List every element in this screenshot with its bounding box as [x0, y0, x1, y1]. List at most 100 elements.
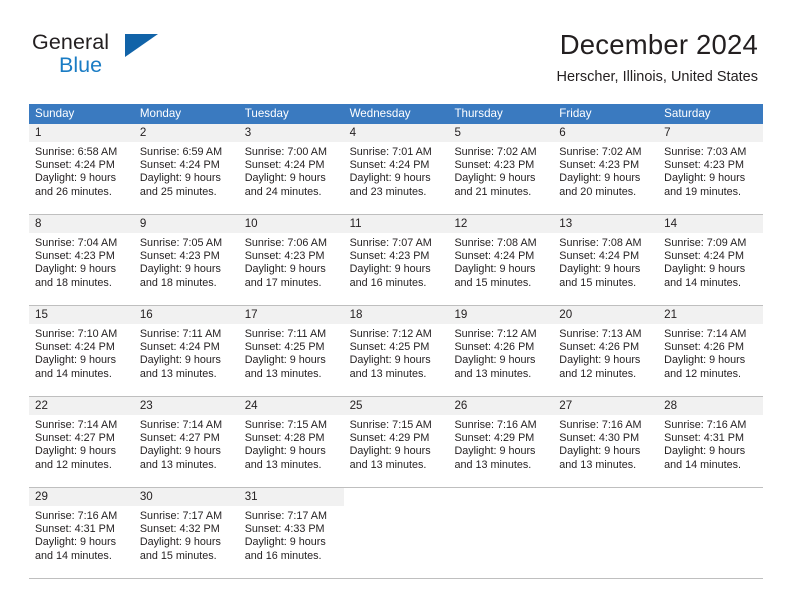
brand-name-general: General [32, 30, 110, 54]
sunrise-text: Sunrise: 7:14 AM [35, 419, 118, 431]
day-cell-empty [448, 488, 554, 578]
day-cell[interactable]: 20 Sunrise: 7:13 AM Sunset: 4:26 PM Dayl… [553, 306, 659, 396]
daylight-text-line1: Daylight: 9 hours [244, 354, 326, 367]
sunset-text: Sunset: 4:23 PM [244, 250, 325, 263]
daylight-text-line1: Daylight: 9 hours [244, 445, 326, 458]
daylight-text-line2: and 13 minutes. [454, 458, 532, 471]
day-cell[interactable]: 17 Sunrise: 7:11 AM Sunset: 4:25 PM Dayl… [238, 306, 344, 396]
day-cell[interactable]: 3 Sunrise: 7:00 AM Sunset: 4:24 PM Dayli… [238, 124, 344, 214]
sunrise-text: Sunrise: 7:02 AM [454, 146, 537, 158]
day-cell[interactable]: 27 Sunrise: 7:16 AM Sunset: 4:30 PM Dayl… [553, 397, 659, 487]
daylight-text-line2: and 15 minutes. [454, 276, 532, 289]
day-cell[interactable]: 18 Sunrise: 7:12 AM Sunset: 4:25 PM Dayl… [343, 306, 449, 396]
day-cell[interactable]: 24 Sunrise: 7:15 AM Sunset: 4:28 PM Dayl… [238, 397, 344, 487]
day-number: 3 [238, 124, 344, 142]
weekday-header-sunday: Sunday [35, 107, 75, 120]
day-info: Sunrise: 7:16 AM Sunset: 4:31 PM Dayligh… [29, 506, 134, 563]
weekday-header-friday: Friday [559, 107, 592, 120]
day-cell[interactable]: 12 Sunrise: 7:08 AM Sunset: 4:24 PM Dayl… [448, 215, 554, 305]
day-number: 9 [133, 215, 239, 233]
day-number: 21 [658, 306, 764, 324]
day-info: Sunrise: 7:08 AM Sunset: 4:24 PM Dayligh… [448, 233, 553, 290]
day-cell[interactable]: 28 Sunrise: 7:16 AM Sunset: 4:31 PM Dayl… [658, 397, 764, 487]
sunrise-text: Sunrise: 7:08 AM [559, 237, 642, 249]
sunrise-text: Sunrise: 7:12 AM [454, 328, 537, 340]
daylight-text-line1: Daylight: 9 hours [139, 263, 221, 276]
day-number [553, 488, 659, 506]
day-cell[interactable]: 6 Sunrise: 7:02 AM Sunset: 4:23 PM Dayli… [553, 124, 659, 214]
sunrise-text: Sunrise: 7:09 AM [664, 237, 747, 249]
brand-logo[interactable]: General Blue [32, 30, 252, 82]
day-number: 5 [448, 124, 554, 142]
day-cell[interactable]: 2 Sunrise: 6:59 AM Sunset: 4:24 PM Dayli… [133, 124, 239, 214]
day-cell[interactable]: 19 Sunrise: 7:12 AM Sunset: 4:26 PM Dayl… [448, 306, 554, 396]
day-cell[interactable]: 26 Sunrise: 7:16 AM Sunset: 4:29 PM Dayl… [448, 397, 554, 487]
day-number: 20 [553, 306, 659, 324]
week-row: 1 Sunrise: 6:58 AM Sunset: 4:24 PM Dayli… [29, 124, 764, 215]
daylight-text-line2: and 13 minutes. [349, 458, 427, 471]
day-cell[interactable]: 21 Sunrise: 7:14 AM Sunset: 4:26 PM Dayl… [658, 306, 764, 396]
day-cell[interactable]: 11 Sunrise: 7:07 AM Sunset: 4:23 PM Dayl… [343, 215, 449, 305]
daylight-text-line2: and 13 minutes. [559, 458, 637, 471]
day-cell[interactable]: 7 Sunrise: 7:03 AM Sunset: 4:23 PM Dayli… [658, 124, 764, 214]
day-cell[interactable]: 25 Sunrise: 7:15 AM Sunset: 4:29 PM Dayl… [343, 397, 449, 487]
sunset-text: Sunset: 4:23 PM [559, 159, 640, 172]
day-cell[interactable]: 29 Sunrise: 7:16 AM Sunset: 4:31 PM Dayl… [29, 488, 134, 578]
daylight-text-line2: and 24 minutes. [244, 185, 322, 198]
day-cell[interactable]: 8 Sunrise: 7:04 AM Sunset: 4:23 PM Dayli… [29, 215, 134, 305]
daylight-text-line2: and 15 minutes. [139, 549, 217, 562]
day-number: 22 [29, 397, 134, 415]
day-info: Sunrise: 7:11 AM Sunset: 4:24 PM Dayligh… [134, 324, 239, 381]
daylight-text-line2: and 14 minutes. [664, 276, 741, 289]
day-number: 29 [29, 488, 134, 506]
sunrise-text: Sunrise: 7:15 AM [349, 419, 432, 431]
daylight-text-line2: and 12 minutes. [559, 367, 637, 380]
day-number: 25 [343, 397, 449, 415]
day-cell[interactable]: 16 Sunrise: 7:11 AM Sunset: 4:24 PM Dayl… [133, 306, 239, 396]
day-cell[interactable]: 15 Sunrise: 7:10 AM Sunset: 4:24 PM Dayl… [29, 306, 134, 396]
daylight-text-line2: and 13 minutes. [454, 367, 532, 380]
daylight-text-line1: Daylight: 9 hours [244, 263, 326, 276]
daylight-text-line2: and 12 minutes. [664, 367, 741, 380]
day-cell[interactable]: 14 Sunrise: 7:09 AM Sunset: 4:24 PM Dayl… [658, 215, 764, 305]
location-subtitle: Herscher, Illinois, United States [556, 69, 758, 85]
sunset-text: Sunset: 4:24 PM [559, 250, 640, 263]
daylight-text-line2: and 20 minutes. [559, 185, 637, 198]
day-number: 24 [238, 397, 344, 415]
day-cell[interactable]: 22 Sunrise: 7:14 AM Sunset: 4:27 PM Dayl… [29, 397, 134, 487]
daylight-text-line2: and 14 minutes. [664, 458, 741, 471]
day-info: Sunrise: 7:12 AM Sunset: 4:25 PM Dayligh… [344, 324, 449, 381]
sunrise-text: Sunrise: 7:16 AM [664, 419, 747, 431]
sunset-text: Sunset: 4:32 PM [139, 523, 220, 536]
day-number: 18 [343, 306, 449, 324]
calendar-grid: Sunday Monday Tuesday Wednesday Thursday… [29, 104, 764, 579]
week-row: 29 Sunrise: 7:16 AM Sunset: 4:31 PM Dayl… [29, 488, 764, 579]
sunset-text: Sunset: 4:27 PM [139, 432, 220, 445]
day-cell[interactable]: 13 Sunrise: 7:08 AM Sunset: 4:24 PM Dayl… [553, 215, 659, 305]
daylight-text-line2: and 16 minutes. [349, 276, 427, 289]
day-cell[interactable]: 23 Sunrise: 7:14 AM Sunset: 4:27 PM Dayl… [133, 397, 239, 487]
daylight-text-line1: Daylight: 9 hours [244, 172, 326, 185]
day-number: 19 [448, 306, 554, 324]
day-cell-empty [658, 488, 764, 578]
day-cell[interactable]: 1 Sunrise: 6:58 AM Sunset: 4:24 PM Dayli… [29, 124, 134, 214]
calendar-page: General Blue December 2024 Herscher, Ill… [0, 0, 792, 612]
day-cell[interactable]: 30 Sunrise: 7:17 AM Sunset: 4:32 PM Dayl… [133, 488, 239, 578]
day-cell[interactable]: 31 Sunrise: 7:17 AM Sunset: 4:33 PM Dayl… [238, 488, 344, 578]
day-cell-empty [343, 488, 449, 578]
day-cell[interactable]: 9 Sunrise: 7:05 AM Sunset: 4:23 PM Dayli… [133, 215, 239, 305]
day-number: 2 [133, 124, 239, 142]
daylight-text-line2: and 23 minutes. [349, 185, 427, 198]
day-cell[interactable]: 4 Sunrise: 7:01 AM Sunset: 4:24 PM Dayli… [343, 124, 449, 214]
day-info: Sunrise: 6:59 AM Sunset: 4:24 PM Dayligh… [134, 142, 239, 199]
day-cell[interactable]: 10 Sunrise: 7:06 AM Sunset: 4:23 PM Dayl… [238, 215, 344, 305]
sunset-text: Sunset: 4:24 PM [244, 159, 325, 172]
sunrise-text: Sunrise: 7:12 AM [349, 328, 432, 340]
day-info: Sunrise: 7:11 AM Sunset: 4:25 PM Dayligh… [239, 324, 344, 381]
daylight-text-line1: Daylight: 9 hours [244, 536, 326, 549]
sunrise-text: Sunrise: 7:03 AM [664, 146, 747, 158]
sunset-text: Sunset: 4:26 PM [664, 341, 744, 354]
day-cell[interactable]: 5 Sunrise: 7:02 AM Sunset: 4:23 PM Dayli… [448, 124, 554, 214]
weekday-header-row: Sunday Monday Tuesday Wednesday Thursday… [29, 104, 763, 124]
sunrise-text: Sunrise: 7:10 AM [35, 328, 118, 340]
